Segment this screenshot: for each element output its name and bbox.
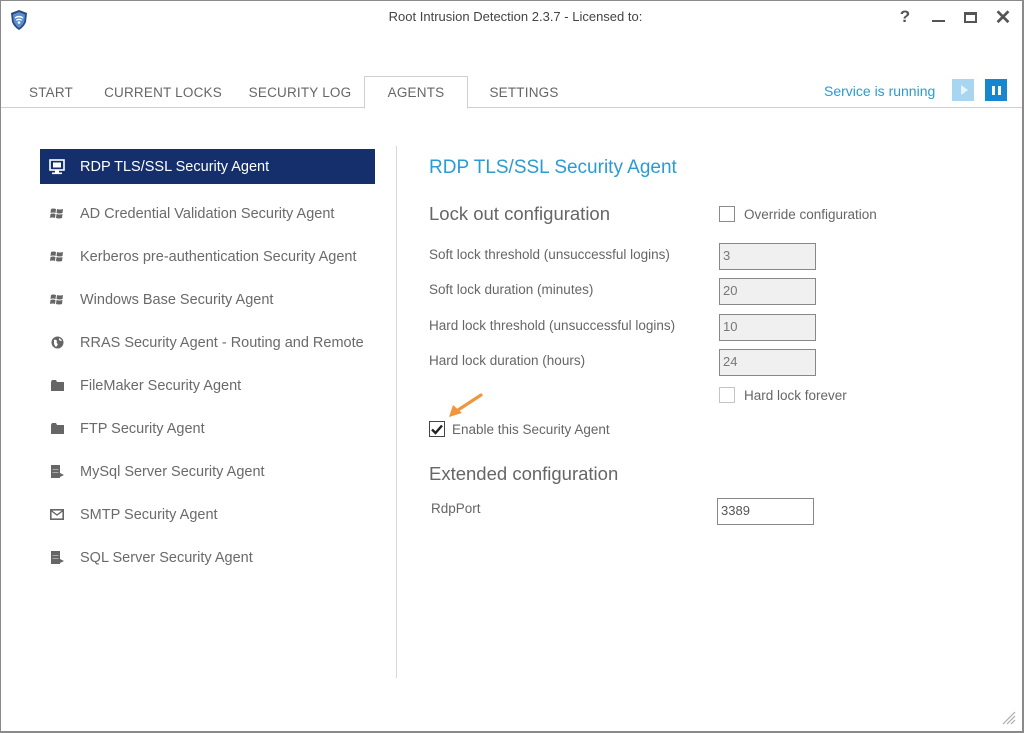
minimize-button[interactable] — [926, 5, 950, 29]
override-configuration-checkbox[interactable]: Override configuration — [719, 206, 877, 222]
pause-service-button[interactable] — [985, 79, 1007, 101]
agent-label: RDP TLS/SSL Security Agent — [80, 158, 270, 175]
agent-label: Windows Base Security Agent — [80, 291, 274, 308]
pause-icon-bar — [997, 85, 1001, 95]
override-configuration-label: Override configuration — [744, 206, 877, 222]
minimize-icon — [931, 20, 945, 22]
database-icon — [49, 550, 65, 566]
help-icon: ? — [899, 7, 911, 26]
database-icon — [49, 464, 65, 480]
enable-security-agent-label: Enable this Security Agent — [452, 421, 610, 437]
checkbox-unchecked-icon — [719, 206, 735, 222]
agent-label: FTP Security Agent — [80, 420, 205, 437]
agent-item-filemaker[interactable]: FileMaker Security Agent — [40, 364, 375, 407]
windows-logo-icon — [49, 206, 65, 222]
panel-divider — [396, 146, 397, 678]
agent-item-kerberos[interactable]: Kerberos pre-authentication Security Age… — [40, 235, 375, 278]
lockout-config-heading: Lock out configuration — [429, 203, 611, 224]
extended-config-heading: Extended configuration — [429, 463, 619, 484]
tab-start[interactable]: START — [21, 76, 81, 108]
agent-list: RDP TLS/SSL Security Agent AD Credential… — [40, 149, 375, 579]
hard-lock-forever-checkbox[interactable]: Hard lock forever — [719, 387, 847, 403]
maximize-button[interactable] — [958, 5, 982, 29]
folder-icon — [49, 378, 65, 394]
soft-lock-duration-label: Soft lock duration (minutes) — [429, 282, 594, 297]
service-status-text: Service is running — [824, 83, 936, 99]
agent-label: RRAS Security Agent - Routing and Remote — [80, 334, 364, 351]
soft-lock-threshold-input[interactable]: 3 — [719, 243, 816, 270]
annotation-arrow-icon — [449, 393, 483, 417]
maximize-icon — [963, 11, 977, 23]
play-icon — [960, 85, 968, 95]
help-button[interactable]: ? — [893, 5, 917, 29]
start-service-button[interactable] — [952, 79, 974, 101]
agent-item-smtp[interactable]: SMTP Security Agent — [40, 493, 375, 536]
monitor-icon — [49, 158, 65, 175]
agent-label: AD Credential Validation Security Agent — [80, 205, 335, 222]
rdp-port-label: RdpPort — [431, 501, 481, 516]
resize-grip-icon[interactable] — [998, 707, 1016, 725]
tab-agents[interactable]: AGENTS — [364, 76, 468, 109]
pause-icon — [991, 85, 995, 95]
agent-label: Kerberos pre-authentication Security Age… — [80, 248, 357, 265]
globe-icon — [49, 335, 65, 351]
agent-label: FileMaker Security Agent — [80, 377, 242, 394]
agent-label: MySql Server Security Agent — [80, 463, 265, 480]
agent-label: SQL Server Security Agent — [80, 549, 253, 566]
close-icon: ✕ — [994, 6, 1012, 29]
hard-lock-duration-input[interactable]: 24 — [719, 349, 816, 376]
tab-current-locks[interactable]: CURRENT LOCKS — [101, 76, 225, 108]
envelope-icon — [49, 507, 65, 523]
agent-item-windows-base[interactable]: Windows Base Security Agent — [40, 278, 375, 321]
agent-item-sql-server[interactable]: SQL Server Security Agent — [40, 536, 375, 579]
checkbox-unchecked-icon — [719, 387, 735, 403]
app-window: Root Intrusion Detection 2.3.7 - License… — [0, 0, 1024, 733]
hard-lock-forever-label: Hard lock forever — [744, 387, 847, 403]
agent-detail-title: RDP TLS/SSL Security Agent — [429, 157, 677, 178]
tab-settings[interactable]: SETTINGS — [485, 76, 563, 108]
folder-icon — [49, 421, 65, 437]
close-button[interactable]: ✕ — [991, 5, 1015, 29]
hard-lock-duration-label: Hard lock duration (hours) — [429, 353, 586, 368]
windows-logo-icon — [49, 249, 65, 265]
enable-security-agent-checkbox[interactable]: Enable this Security Agent — [429, 421, 610, 437]
agent-item-rras[interactable]: RRAS Security Agent - Routing and Remote — [40, 321, 375, 364]
soft-lock-duration-input[interactable]: 20 — [719, 278, 816, 305]
hard-lock-threshold-input[interactable]: 10 — [719, 314, 816, 341]
agent-item-ftp[interactable]: FTP Security Agent — [40, 407, 375, 450]
agent-item-ad-credential[interactable]: AD Credential Validation Security Agent — [40, 192, 375, 235]
window-title: Root Intrusion Detection 2.3.7 - License… — [388, 9, 643, 24]
agent-item-rdp-tls-ssl[interactable]: RDP TLS/SSL Security Agent — [40, 149, 375, 184]
hard-lock-threshold-label: Hard lock threshold (unsuccessful logins… — [429, 318, 676, 333]
agent-label: SMTP Security Agent — [80, 506, 218, 523]
windows-logo-icon — [49, 292, 65, 308]
soft-lock-threshold-label: Soft lock threshold (unsuccessful logins… — [429, 247, 670, 262]
checkbox-checked-icon — [429, 421, 445, 437]
agent-item-mysql[interactable]: MySql Server Security Agent — [40, 450, 375, 493]
tab-security-log[interactable]: SECURITY LOG — [245, 76, 355, 108]
rdp-port-input[interactable]: 3389 — [717, 498, 814, 525]
